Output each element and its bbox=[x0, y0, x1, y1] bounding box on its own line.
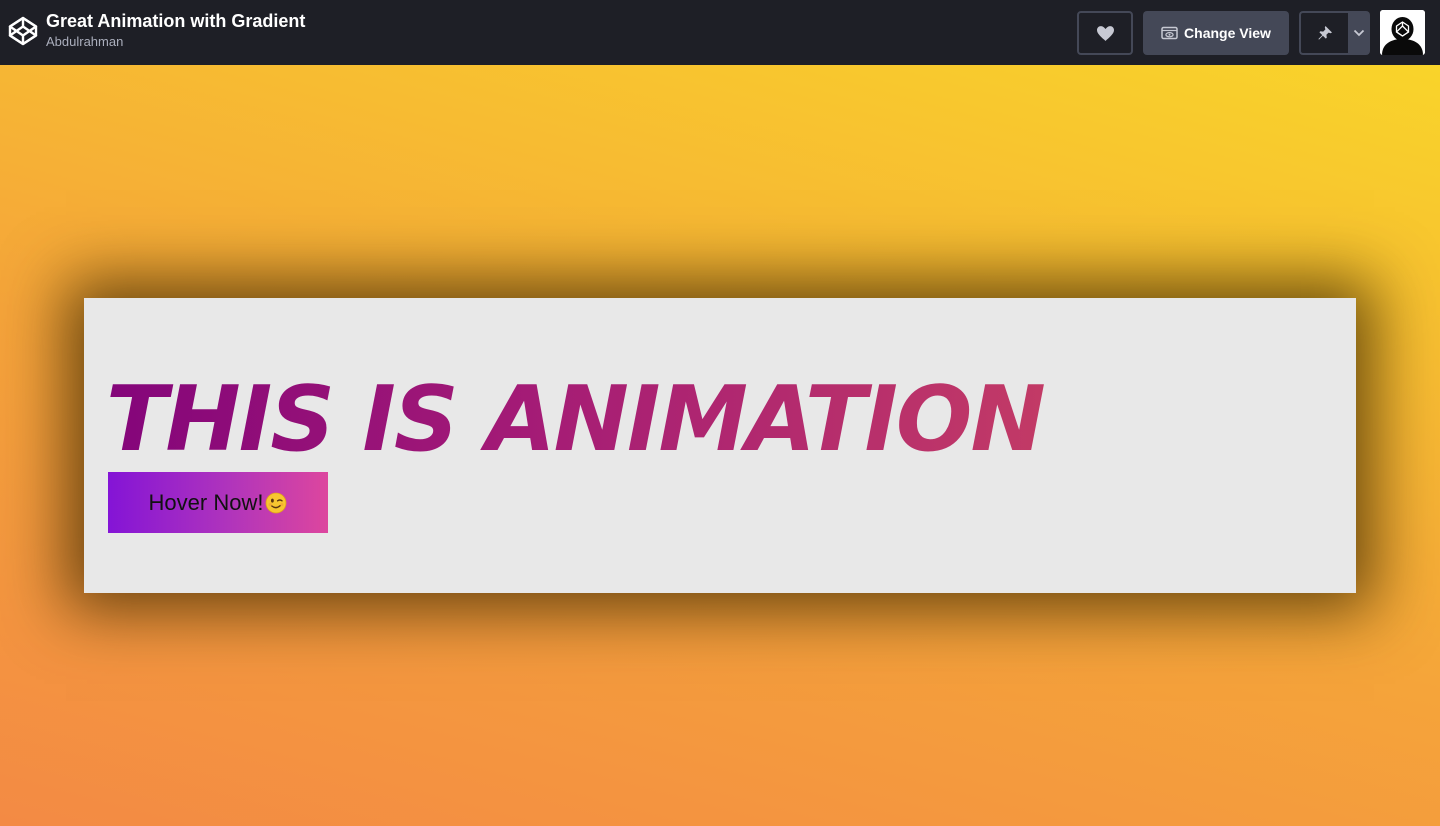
change-view-label: Change View bbox=[1184, 25, 1271, 41]
pin-dropdown-button[interactable] bbox=[1348, 11, 1370, 55]
user-avatar-icon bbox=[1380, 10, 1425, 55]
pen-author-link[interactable]: Abdulrahman bbox=[46, 33, 305, 51]
pen-title-block: Great Animation with Gradient Abdulrahma… bbox=[46, 10, 305, 51]
change-view-button[interactable]: Change View bbox=[1143, 11, 1289, 55]
heart-icon bbox=[1096, 25, 1114, 41]
user-avatar[interactable] bbox=[1380, 10, 1425, 55]
content-card: THIS IS ANIMATION Hover Now! bbox=[84, 298, 1356, 593]
eye-window-icon bbox=[1161, 26, 1178, 40]
pin-button[interactable] bbox=[1299, 11, 1349, 55]
animated-headline: THIS IS ANIMATION bbox=[106, 367, 1046, 472]
hover-now-button[interactable]: Hover Now! bbox=[108, 472, 328, 533]
like-button[interactable] bbox=[1077, 11, 1133, 55]
chevron-down-icon bbox=[1353, 29, 1365, 37]
codepen-logo-icon[interactable] bbox=[7, 15, 39, 47]
winking-face-emoji bbox=[266, 492, 287, 513]
hover-now-label: Hover Now! bbox=[148, 489, 264, 515]
preview-stage: THIS IS ANIMATION Hover Now! bbox=[0, 65, 1440, 826]
pen-title: Great Animation with Gradient bbox=[46, 11, 306, 31]
pin-icon bbox=[1318, 26, 1332, 40]
top-bar: Great Animation with Gradient Abdulrahma… bbox=[0, 0, 1440, 65]
